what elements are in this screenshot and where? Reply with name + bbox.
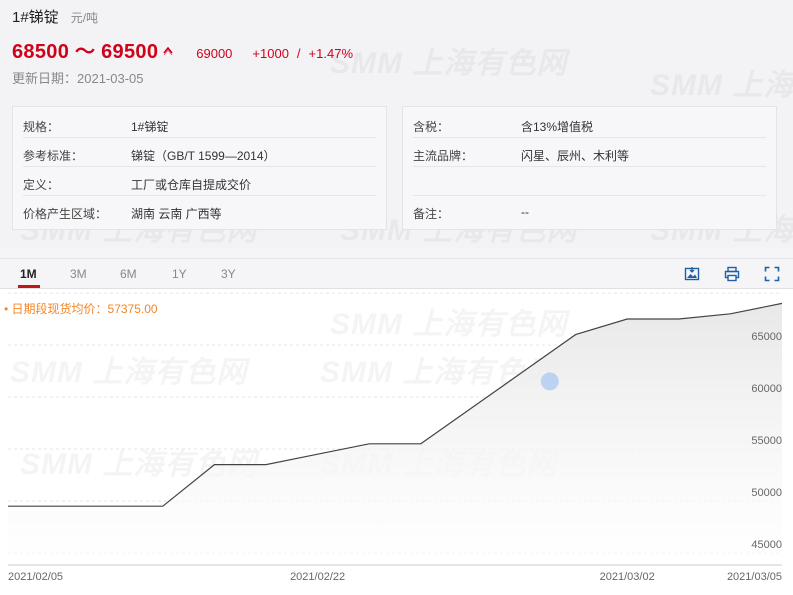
y-tick-label: 50000 xyxy=(751,487,782,499)
y-tick-label: 65000 xyxy=(751,331,782,343)
x-tick-label: 2021/02/05 xyxy=(8,571,63,583)
x-tick-label: 2021/03/02 xyxy=(600,571,655,583)
price-area xyxy=(8,303,782,565)
y-tick-label: 55000 xyxy=(751,435,782,447)
x-tick-label: 2021/02/22 xyxy=(290,571,345,583)
y-tick-label: 60000 xyxy=(751,383,782,395)
y-tick-label: 45000 xyxy=(751,539,782,551)
hover-point xyxy=(540,372,559,391)
x-tick-label: 2021/03/05 xyxy=(727,571,782,583)
price-area-chart: 45000 50000 55000 60000 65000 2021/02/05 2021/… xyxy=(8,292,783,583)
